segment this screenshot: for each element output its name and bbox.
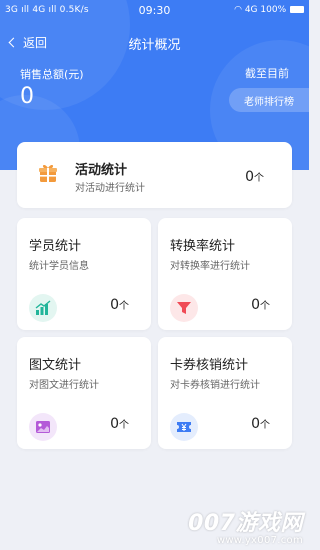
gift-icon (37, 162, 59, 184)
activity-count: 0个 (245, 169, 264, 185)
card-title: 图文统计 (29, 358, 82, 373)
funnel-icon (170, 294, 198, 322)
card-count: 0个 (110, 416, 129, 432)
teacher-ranking-button[interactable]: 老师排行榜 (229, 88, 309, 112)
status-battery-text: ◠ 4G 100% (234, 5, 304, 15)
card-subtitle: 对图文进行统计 (29, 380, 99, 391)
site-watermark: 007游戏网 www.yx007.com (188, 505, 303, 546)
card-title: 卡券核销统计 (170, 358, 249, 373)
card-count: 0个 (251, 297, 270, 313)
card-subtitle: 对转换率进行统计 (170, 261, 250, 272)
card-count: 0个 (251, 416, 270, 432)
conversion-stats-card[interactable]: 转换率统计 对转换率进行统计 0个 (158, 218, 292, 330)
nav-bar: 返回 统计概况 (0, 28, 309, 56)
deadline-label: 截至目前 (245, 67, 289, 80)
sales-total-label: 销售总额(元) (20, 68, 84, 81)
status-bar: 3G ıll 4G ıll 0.5K/s 09:30 ◠ 4G 100% (0, 0, 309, 22)
sales-total-value: 0 (20, 84, 34, 109)
article-stats-card[interactable]: 图文统计 对图文进行统计 0个 (17, 337, 151, 449)
card-subtitle: 对卡券核销进行统计 (170, 380, 260, 391)
student-stats-card[interactable]: 学员统计 统计学员信息 0个 (17, 218, 151, 330)
bar-chart-icon (29, 294, 57, 322)
card-title: 转换率统计 (170, 239, 236, 254)
ticket-icon (170, 413, 198, 441)
card-count: 0个 (110, 297, 129, 313)
activity-stats-card[interactable]: 活动统计 对活动进行统计 0个 (17, 142, 292, 208)
card-title: 学员统计 (29, 239, 82, 254)
activity-title: 活动统计 (75, 163, 128, 178)
card-subtitle: 统计学员信息 (29, 261, 89, 272)
watermark-main: 007游戏网 (188, 511, 303, 536)
wifi-icon: ◠ (234, 5, 242, 15)
page-title: 统计概况 (128, 38, 181, 53)
activity-subtitle: 对活动进行统计 (75, 183, 145, 194)
image-icon (29, 413, 57, 441)
battery-icon (290, 6, 304, 13)
coupon-stats-card[interactable]: 卡券核销统计 对卡券核销进行统计 0个 (158, 337, 292, 449)
